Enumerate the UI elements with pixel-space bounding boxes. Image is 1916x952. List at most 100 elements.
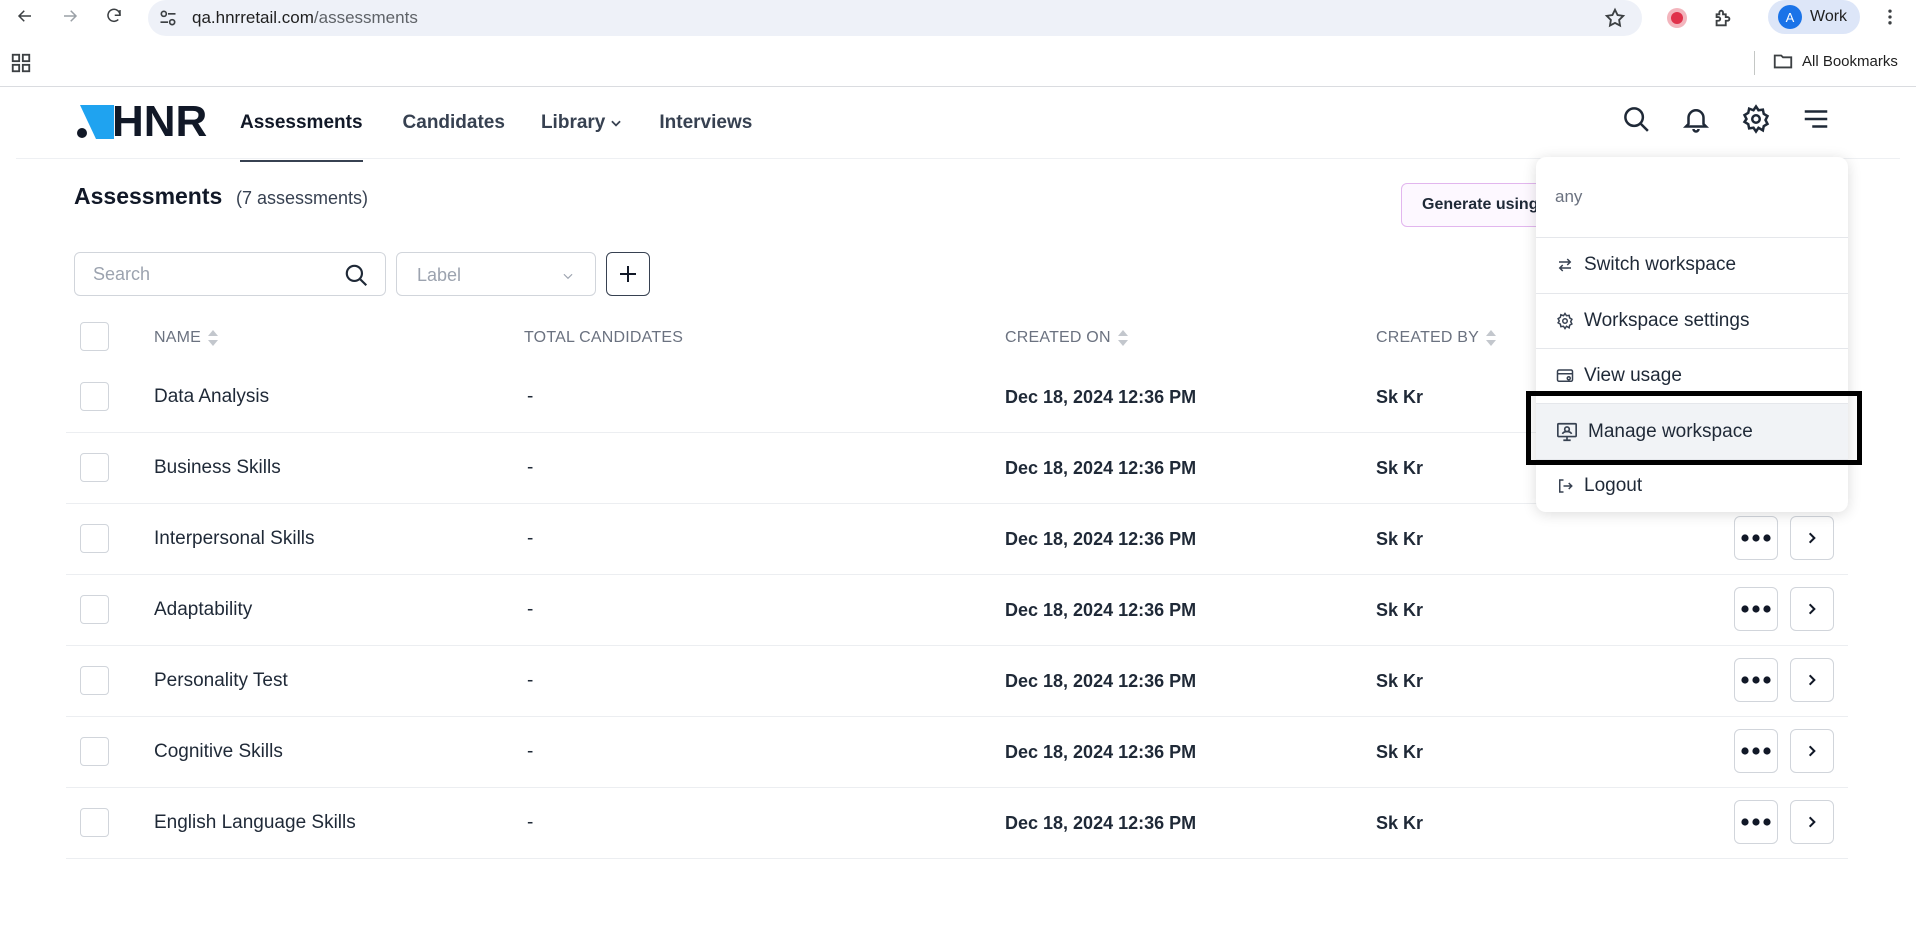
column-created-by-label: CREATED BY <box>1376 329 1480 346</box>
manage-workspace-icon <box>1557 422 1577 441</box>
site-info-icon[interactable] <box>158 8 178 28</box>
folder-icon <box>1773 54 1793 69</box>
search-field[interactable] <box>74 252 386 296</box>
generate-button-label: Generate using <box>1422 196 1539 213</box>
settings-button[interactable] <box>1741 104 1771 139</box>
select-all-checkbox[interactable] <box>80 322 109 351</box>
workspace-menu: any Switch workspace Workspace settings … <box>1536 157 1848 512</box>
created-by-value: Sk Kr <box>1376 742 1424 762</box>
forward-button[interactable] <box>57 4 83 28</box>
logo-mark-icon <box>77 105 114 139</box>
sort-icon[interactable] <box>1117 329 1129 347</box>
page-title: Assessments <box>74 183 223 209</box>
search-input[interactable] <box>93 263 333 285</box>
arrow-left-icon <box>17 10 31 22</box>
browser-menu-button[interactable] <box>1880 4 1900 30</box>
column-total-candidates-label: TOTAL CANDIDATES <box>524 329 684 346</box>
url-text: qa.hnrretail.com/assessments <box>192 8 418 28</box>
nav-interviews[interactable]: Interviews <box>659 88 752 158</box>
more-horizontal-icon <box>1741 534 1771 542</box>
row-checkbox[interactable] <box>80 382 109 411</box>
created-on-value: Dec 18, 2024 12:36 PM <box>1005 387 1197 407</box>
row-more-button[interactable] <box>1734 800 1778 844</box>
row-checkbox[interactable] <box>80 808 109 837</box>
menu-item-workspace-settings[interactable]: Workspace settings <box>1536 294 1848 348</box>
table-row[interactable]: English Language Skills - Dec 18, 2024 1… <box>66 788 1848 859</box>
row-more-button[interactable] <box>1734 729 1778 773</box>
nav-candidates-label: Candidates <box>402 112 505 133</box>
label-select[interactable]: Label <box>396 252 596 296</box>
menu-icon <box>1804 110 1828 128</box>
assessment-name[interactable]: Adaptability <box>154 599 252 621</box>
table-row[interactable]: Adaptability - Dec 18, 2024 12:36 PM Sk … <box>66 575 1848 646</box>
more-horizontal-icon <box>1741 747 1771 755</box>
column-created-by-header[interactable]: CREATED BY <box>1376 329 1497 347</box>
all-bookmarks-button[interactable]: All Bookmarks <box>1772 50 1898 72</box>
row-open-button[interactable] <box>1790 658 1834 702</box>
total-candidates-value: - <box>527 528 534 549</box>
assessment-name[interactable]: English Language Skills <box>154 812 356 834</box>
row-checkbox[interactable] <box>80 453 109 482</box>
arrow-right-icon <box>64 10 78 22</box>
menu-item-switch-workspace[interactable]: Switch workspace <box>1536 238 1848 292</box>
row-checkbox[interactable] <box>80 595 109 624</box>
assessment-name[interactable]: Interpersonal Skills <box>154 528 315 550</box>
created-on-value: Dec 18, 2024 12:36 PM <box>1005 813 1197 833</box>
column-name-label: NAME <box>154 329 202 346</box>
menu-item-label: Workspace settings <box>1584 310 1750 331</box>
app-header: HNR Assessments Candidates Library Inter… <box>0 88 1916 162</box>
row-open-button[interactable] <box>1790 587 1834 631</box>
assessment-name[interactable]: Cognitive Skills <box>154 741 283 763</box>
table-row[interactable]: Cognitive Skills - Dec 18, 2024 12:36 PM… <box>66 717 1848 788</box>
assessment-name[interactable]: Data Analysis <box>154 386 269 408</box>
extension-record-icon[interactable] <box>1664 5 1690 31</box>
column-name-header[interactable]: NAME <box>154 329 219 347</box>
column-created-on-header[interactable]: CREATED ON <box>1005 329 1129 347</box>
row-open-button[interactable] <box>1790 800 1834 844</box>
assessment-name[interactable]: Business Skills <box>154 457 281 479</box>
table-row[interactable]: Personality Test - Dec 18, 2024 12:36 PM… <box>66 646 1848 717</box>
table-row[interactable]: Interpersonal Skills - Dec 18, 2024 12:3… <box>66 504 1848 575</box>
row-more-button[interactable] <box>1734 516 1778 560</box>
total-candidates-value: - <box>527 599 534 620</box>
created-by-value: Sk Kr <box>1376 387 1424 407</box>
menu-item-logout[interactable]: Logout <box>1536 460 1848 512</box>
search-icon <box>1624 107 1649 132</box>
menu-item-view-usage[interactable]: View usage <box>1536 349 1848 403</box>
hnr-logo[interactable]: HNR <box>74 100 207 144</box>
back-button[interactable] <box>12 4 38 28</box>
extensions-puzzle-icon[interactable] <box>1710 5 1736 31</box>
sort-icon[interactable] <box>1485 329 1497 347</box>
apps-grid-icon[interactable] <box>10 52 32 74</box>
row-more-button[interactable] <box>1734 658 1778 702</box>
row-checkbox[interactable] <box>80 524 109 553</box>
created-on-value: Dec 18, 2024 12:36 PM <box>1005 742 1197 762</box>
assessment-name[interactable]: Personality Test <box>154 670 288 692</box>
sort-icon[interactable] <box>207 329 219 347</box>
row-open-button[interactable] <box>1790 729 1834 773</box>
nav-library[interactable]: Library <box>541 88 623 158</box>
menu-item-manage-workspace[interactable]: Manage workspace <box>1536 404 1848 459</box>
nav-library-label: Library <box>540 112 606 133</box>
hamburger-menu-button[interactable] <box>1801 104 1831 139</box>
address-bar[interactable]: qa.hnrretail.com/assessments <box>148 0 1642 36</box>
browser-toolbar: qa.hnrretail.com/assessments A Work <box>0 0 1916 36</box>
menu-item-label: Switch workspace <box>1584 254 1737 275</box>
profile-button[interactable]: A Work <box>1768 0 1860 34</box>
notifications-button[interactable] <box>1681 104 1711 139</box>
main-nav: Assessments Candidates Library Interview… <box>240 88 752 162</box>
row-checkbox[interactable] <box>80 666 109 695</box>
row-open-button[interactable] <box>1790 516 1834 560</box>
label-select-placeholder: Label <box>417 265 462 285</box>
created-by-value: Sk Kr <box>1376 671 1424 691</box>
nav-assessments[interactable]: Assessments <box>240 88 363 162</box>
row-checkbox[interactable] <box>80 737 109 766</box>
header-search-button[interactable] <box>1621 104 1651 139</box>
nav-candidates[interactable]: Candidates <box>403 88 505 158</box>
bookmark-star-icon[interactable] <box>1604 7 1626 29</box>
add-label-button[interactable] <box>606 252 650 296</box>
created-by-value: Sk Kr <box>1376 600 1424 620</box>
reload-button[interactable] <box>101 4 127 28</box>
search-icon[interactable] <box>343 262 369 288</box>
row-more-button[interactable] <box>1734 587 1778 631</box>
